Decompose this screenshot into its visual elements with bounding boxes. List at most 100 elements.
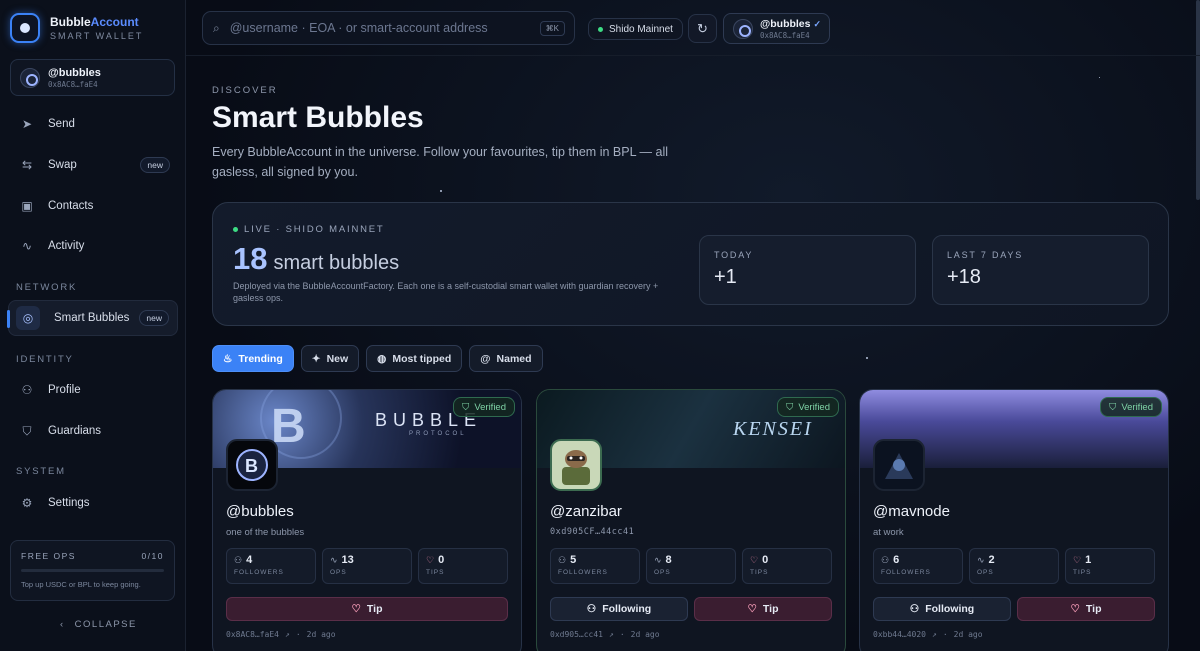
button-label: Tip xyxy=(1085,603,1102,615)
bubble-card[interactable]: B BUBBLE PROTOCOL ⛉ Verified B @bubbles o… xyxy=(212,389,522,651)
tab-named[interactable]: @ Named xyxy=(469,345,543,372)
tab-most-tipped[interactable]: ◍ Most tipped xyxy=(366,345,463,372)
flame-icon: ♨ xyxy=(223,352,233,365)
card-footer: 0xd905…cc41 ↗ · 2d ago xyxy=(550,630,660,639)
search-bar[interactable]: ⌕ ⌘K xyxy=(202,11,575,45)
ops-metric: ∿ 8 OPS xyxy=(646,548,736,584)
verified-label: Verified xyxy=(1121,401,1153,413)
metric-label: TIPS xyxy=(1073,569,1092,576)
search-input[interactable] xyxy=(229,21,530,35)
sidebar-item-smart-bubbles[interactable]: ◎ Smart Bubbles new xyxy=(7,300,178,336)
bubble-logo-icon xyxy=(10,13,40,43)
metric-value: 8 xyxy=(665,554,672,566)
sparkle-icon: ✦ xyxy=(311,352,321,365)
shield-check-icon: ⛉ xyxy=(462,401,470,413)
gear-icon: ⚙ xyxy=(21,496,33,510)
card-address[interactable]: 0xd905…cc41 xyxy=(550,630,603,639)
metric-label: OPS xyxy=(654,569,671,576)
collapse-button[interactable]: ‹ COLLAPSE xyxy=(60,619,137,630)
activity-icon: ∿ xyxy=(654,554,662,565)
tab-label: New xyxy=(326,352,349,365)
user-menu[interactable]: @bubbles ✓ 0x8AC8…faE4 xyxy=(723,13,830,44)
followers-metric: ⚇ 4 FOLLOWERS xyxy=(226,548,316,584)
sidebar-item-guardians[interactable]: ⛉ Guardians xyxy=(8,413,178,449)
tips-metric: ♡ 0 TIPS xyxy=(742,548,832,584)
button-label: Tip xyxy=(762,603,779,615)
tip-button[interactable]: ♡ Tip xyxy=(226,597,508,621)
card-actions: ⚇ Following ♡ Tip xyxy=(550,597,832,621)
sidebar-item-swap[interactable]: ⇆ Swap new xyxy=(8,147,178,183)
bubble-count: 18 smart bubbles xyxy=(233,241,399,277)
free-ops-label: FREE OPS xyxy=(21,551,76,561)
followers-metric: ⚇ 5 FOLLOWERS xyxy=(550,548,640,584)
avatar: B xyxy=(226,439,278,491)
account-switcher[interactable]: @bubbles 0x8AC8…faE4 xyxy=(10,59,175,96)
card-handle[interactable]: @zanzibar xyxy=(550,503,622,520)
metric-label: TIPS xyxy=(750,569,769,576)
live-label: LIVE · SHIDO MAINNET xyxy=(244,224,385,235)
card-metrics: ⚇ 6 FOLLOWERS ∿ 2 OPS ♡ 1 TIPS xyxy=(873,548,1155,584)
tab-new[interactable]: ✦ New xyxy=(300,345,360,372)
banner-subtext: PROTOCOL xyxy=(409,431,467,437)
external-link-icon[interactable]: ↗ xyxy=(609,630,614,639)
card-subtitle: 0xd905CF…44cc41 xyxy=(550,527,635,537)
activity-icon: ∿ xyxy=(330,554,338,565)
external-link-icon[interactable]: ↗ xyxy=(285,630,290,639)
brand-name-b: Account xyxy=(90,15,139,29)
section-network: NETWORK xyxy=(16,282,78,293)
bubble-card[interactable]: ⛉ Verified @mavnode at work ⚇ 6 FOLLOWERS ∿… xyxy=(859,389,1169,651)
metric-label: FOLLOWERS xyxy=(234,569,284,576)
metric-value: 13 xyxy=(341,554,354,566)
refresh-button[interactable]: ↻ xyxy=(688,14,717,43)
following-button[interactable]: ⚇ Following xyxy=(873,597,1011,621)
avatar xyxy=(873,439,925,491)
tab-label: Named xyxy=(496,352,532,365)
user-handle: @bubbles ✓ xyxy=(760,18,821,30)
account-address: 0x8AC8…faE4 xyxy=(48,79,98,89)
sidebar-item-send[interactable]: ➤ Send xyxy=(8,106,178,142)
separator: · xyxy=(942,630,948,639)
chevron-left-icon: ‹ xyxy=(60,619,65,630)
verified-badge: ⛉ Verified xyxy=(453,397,515,417)
metric-value: 6 xyxy=(893,554,900,566)
brand[interactable]: BubbleAccount SMART WALLET xyxy=(10,13,143,43)
sidebar-item-activity[interactable]: ∿ Activity xyxy=(8,228,178,264)
sidebar-item-label: Smart Bubbles xyxy=(54,312,130,324)
shield-icon: ⛉ xyxy=(22,424,32,438)
tab-trending[interactable]: ♨ Trending xyxy=(212,345,294,372)
tips-metric: ♡ 0 TIPS xyxy=(418,548,508,584)
verified-label: Verified xyxy=(474,401,506,413)
free-ops-card: FREE OPS 0/10 Top up USDC or BPL to keep… xyxy=(10,540,175,601)
metric-label: OPS xyxy=(330,569,347,576)
card-age: 2d ago xyxy=(630,630,660,639)
brand-name-a: Bubble xyxy=(50,15,91,29)
page-description: Every BubbleAccount in the universe. Fol… xyxy=(212,145,669,179)
verified-icon: ✓ xyxy=(813,18,822,29)
following-button[interactable]: ⚇ Following xyxy=(550,597,688,621)
external-link-icon[interactable]: ↗ xyxy=(932,630,937,639)
card-address[interactable]: 0x8AC8…faE4 xyxy=(226,630,279,639)
live-dot-icon xyxy=(233,227,238,232)
filter-tabs: ♨ Trending ✦ New ◍ Most tipped @ Named xyxy=(212,345,543,372)
metric-value: 0 xyxy=(438,554,445,566)
sidebar-item-settings[interactable]: ⚙ Settings xyxy=(8,485,178,521)
sidebar-item-label: Swap xyxy=(48,159,77,171)
tips-metric: ♡ 1 TIPS xyxy=(1065,548,1155,584)
live-indicator: LIVE · SHIDO MAINNET xyxy=(233,224,385,235)
sidebar-item-profile[interactable]: ⚇ Profile xyxy=(8,372,178,408)
card-address[interactable]: 0xbb44…4020 xyxy=(873,630,926,639)
card-handle[interactable]: @bubbles xyxy=(226,503,294,520)
user-icon: ⚇ xyxy=(21,383,33,397)
tab-label: Most tipped xyxy=(392,352,452,365)
tip-button[interactable]: ♡ Tip xyxy=(1017,597,1155,621)
network-selector[interactable]: Shido Mainnet xyxy=(588,18,683,40)
ops-metric: ∿ 13 OPS xyxy=(322,548,412,584)
bubble-card[interactable]: KENSEI ⛉ Verified @zanzibar 0xd905CF…44cc… xyxy=(536,389,846,651)
metric-label: TIPS xyxy=(426,569,445,576)
tip-button[interactable]: ♡ Tip xyxy=(694,597,832,621)
sidebar-item-contacts[interactable]: ▣ Contacts xyxy=(8,188,178,224)
sidebar: BubbleAccount SMART WALLET @bubbles 0x8A… xyxy=(0,0,186,651)
card-subtitle: one of the bubbles xyxy=(226,527,305,538)
card-handle[interactable]: @mavnode xyxy=(873,503,950,520)
users-icon: ⚇ xyxy=(234,554,243,565)
